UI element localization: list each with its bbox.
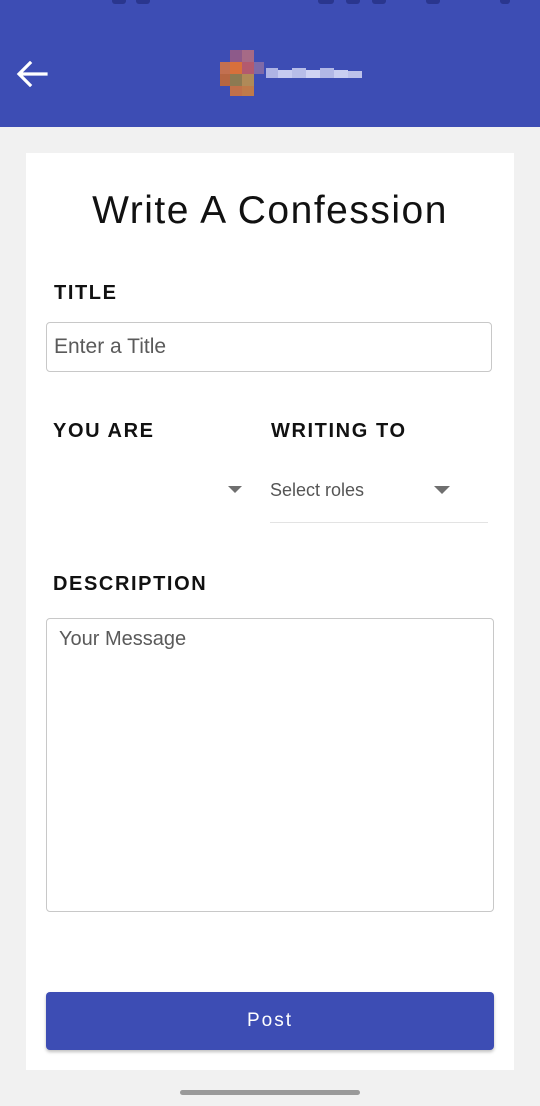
post-button[interactable]: Post [46,992,494,1050]
you-are-label: YOU ARE [53,420,155,442]
status-icon [112,0,126,4]
status-icon [318,0,334,4]
description-label: DESCRIPTION [53,573,208,595]
title-label: TITLE [54,282,118,304]
description-textarea[interactable] [46,618,494,912]
status-bar [0,0,540,10]
you-are-select[interactable] [46,468,246,512]
arrow-left-icon [16,60,48,92]
status-icon [500,0,510,4]
chevron-down-icon [228,486,242,493]
home-indicator[interactable] [180,1090,360,1095]
writing-to-select-value: Select roles [270,480,365,500]
app-root: Write A Confession TITLE YOU ARE WRITING… [0,0,540,1106]
app-logo-icon [220,50,370,98]
status-icon [426,0,440,4]
back-button[interactable] [10,54,54,98]
writing-to-select[interactable]: Select roles [270,468,488,523]
status-icon [346,0,360,4]
confession-form-card: Write A Confession TITLE YOU ARE WRITING… [26,153,514,1070]
status-icon [372,0,386,4]
app-bar [0,0,540,127]
title-input[interactable] [46,322,492,372]
status-icon [136,0,150,4]
chevron-down-icon [434,486,450,494]
writing-to-label: WRITING TO [271,420,407,442]
page-title: Write A Confession [92,189,448,232]
